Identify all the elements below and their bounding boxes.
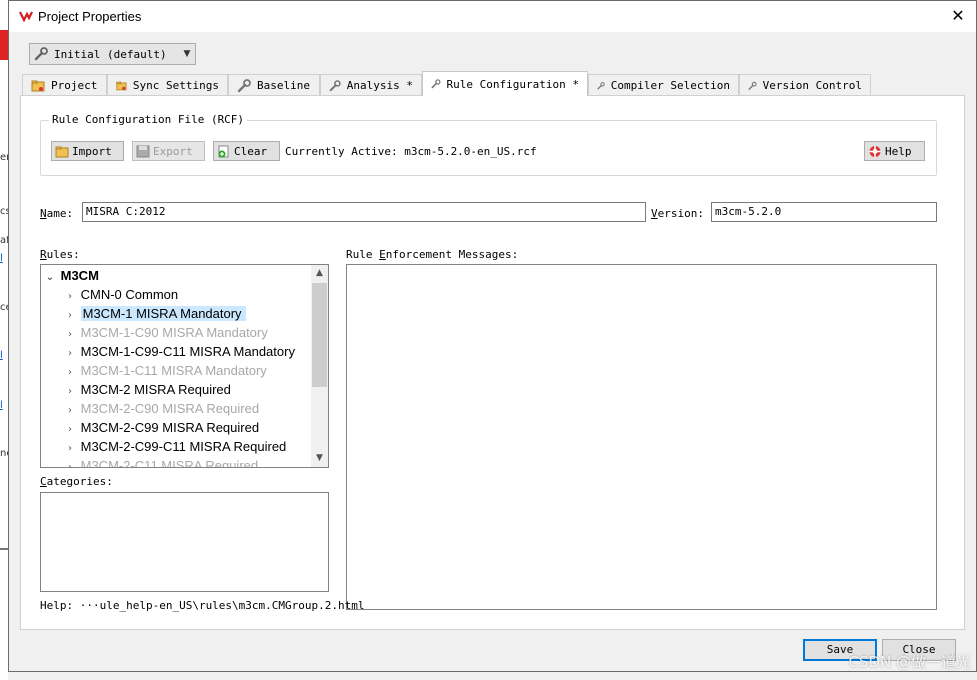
rule-configuration-panel: Rule Configuration File (RCF) Import Exp…	[20, 95, 965, 630]
tree-item-selected[interactable]: › M3CM-1 MISRA Mandatory	[63, 304, 246, 323]
background-fragment: ce	[0, 302, 8, 313]
scroll-thumb[interactable]	[312, 283, 327, 387]
tree-item[interactable]: › M3CM-2-C90 MISRA Required	[63, 399, 259, 418]
enforcement-label: Rule Enforcement Messages:	[346, 248, 519, 261]
background-fragment: cs	[0, 206, 8, 217]
export-button[interactable]: Export	[132, 141, 205, 161]
tab-label: Rule Configuration *	[446, 77, 579, 91]
tab-label: Version Control	[762, 79, 862, 92]
tab-label: Sync Settings	[132, 79, 219, 92]
export-label: Export	[153, 144, 193, 158]
folder-open-icon	[55, 146, 69, 157]
rules-label: Rules:	[40, 248, 80, 261]
tree-item[interactable]: › M3CM-2 MISRA Required	[63, 380, 231, 399]
window-title: Project Properties	[38, 9, 142, 24]
configuration-value: Initial (default)	[54, 47, 167, 61]
app-logo-icon	[19, 11, 33, 22]
background-divider	[0, 548, 8, 550]
version-field[interactable]: m3cm-5.2.0	[711, 202, 937, 222]
tab-strip: Project Sync Settings Baseline Analysis …	[22, 71, 871, 96]
scroll-up-icon[interactable]: ▲	[311, 265, 328, 282]
rules-tree[interactable]: ⌄ M3CM › CMN-0 Common › M3CM-1 MISRA Man…	[40, 264, 329, 468]
tab-analysis[interactable]: Analysis *	[320, 74, 422, 96]
background-app-edge: er cs af l ce l l nc	[0, 0, 8, 680]
background-fragment: af	[0, 235, 8, 246]
wrench-icon	[597, 81, 605, 89]
lifebuoy-icon	[869, 145, 881, 157]
new-file-icon	[218, 145, 229, 157]
close-icon[interactable]: ✕	[948, 6, 968, 26]
tree-item-label: M3CM-1 MISRA Mandatory	[80, 306, 246, 321]
tree-item[interactable]: › M3CM-2-C99 MISRA Required	[63, 418, 259, 437]
enforcement-messages-box[interactable]	[346, 264, 937, 610]
wrench-icon	[329, 79, 341, 91]
rcf-groupbox: Rule Configuration File (RCF) Import Exp…	[40, 113, 937, 176]
background-link: l	[0, 400, 3, 411]
configuration-dropdown[interactable]: Initial (default) ▼	[29, 43, 196, 65]
background-link: l	[0, 350, 3, 361]
tree-item[interactable]: › M3CM-1-C90 MISRA Mandatory	[63, 323, 268, 342]
categories-label: Categories:	[40, 475, 113, 488]
background-fragment: nc	[0, 448, 8, 459]
folder-icon	[31, 80, 45, 91]
chevron-down-icon: ▼	[183, 49, 191, 59]
tree-root[interactable]: ⌄ M3CM	[43, 266, 99, 285]
tree-item-label: M3CM-2-C99 MISRA Required	[80, 420, 260, 435]
tree-item-label: M3CM-2-C90 MISRA Required	[80, 401, 260, 416]
tab-version-control[interactable]: Version Control	[739, 74, 871, 96]
tab-label: Analysis *	[346, 79, 413, 92]
folder-icon	[116, 81, 127, 90]
tab-label: Compiler Selection	[610, 79, 730, 92]
wrench-icon	[431, 79, 441, 89]
clear-button[interactable]: Clear	[213, 141, 280, 161]
tree-item[interactable]: › M3CM-2-C11 MISRA Required	[63, 456, 259, 468]
background-logo	[0, 30, 8, 60]
name-label: Name:	[40, 207, 74, 220]
help-path-text: Help: ···ule_help-en_US\rules\m3cm.CMGro…	[40, 599, 365, 612]
tree-item-label: M3CM-2 MISRA Required	[80, 382, 231, 397]
tab-sync-settings[interactable]: Sync Settings	[107, 74, 228, 96]
import-label: Import	[72, 144, 112, 158]
rules-scrollbar[interactable]: ▲ ▼	[311, 265, 328, 467]
tree-item-label: M3CM-2-C11 MISRA Required	[80, 458, 259, 468]
tab-compiler-selection[interactable]: Compiler Selection	[588, 74, 739, 96]
background-link: l	[0, 253, 3, 264]
tree-item[interactable]: › M3CM-1-C11 MISRA Mandatory	[63, 361, 267, 380]
chevron-right-icon: ›	[68, 462, 72, 468]
tree-item[interactable]: › M3CM-1-C99-C11 MISRA Mandatory	[63, 342, 295, 361]
watermark: CSDN @做一道光	[848, 653, 971, 671]
tree-item[interactable]: › CMN-0 Common	[63, 285, 178, 304]
currently-active-text: Currently Active: m3cm-5.2.0-en_US.rcf	[285, 145, 537, 158]
tab-baseline[interactable]: Baseline	[228, 74, 320, 96]
version-label: Version:	[651, 207, 704, 220]
wrench-icon	[237, 78, 251, 92]
tree-root-label: M3CM	[60, 268, 99, 283]
tree-item-label: M3CM-1-C90 MISRA Mandatory	[80, 325, 268, 340]
scroll-down-icon[interactable]: ▼	[311, 450, 328, 467]
save-disk-icon	[136, 145, 150, 157]
name-field[interactable]: MISRA C:2012	[82, 202, 646, 222]
tab-project[interactable]: Project	[22, 74, 107, 96]
tab-label: Project	[51, 79, 98, 92]
title-bar: Project Properties ✕	[9, 1, 976, 32]
help-button[interactable]: Help	[864, 141, 925, 161]
tree-item[interactable]: › M3CM-2-C99-C11 MISRA Required	[63, 437, 286, 456]
categories-box[interactable]	[40, 492, 329, 592]
tab-rule-configuration[interactable]: Rule Configuration *	[422, 71, 588, 96]
project-properties-dialog: Project Properties ✕ Initial (default) ▼…	[8, 0, 977, 672]
tree-item-label: CMN-0 Common	[80, 287, 179, 302]
rcf-legend: Rule Configuration File (RCF)	[49, 113, 248, 126]
import-button[interactable]: Import	[51, 141, 124, 161]
tab-label: Baseline	[257, 79, 310, 92]
wrench-icon	[748, 81, 757, 90]
tree-item-label: M3CM-2-C99-C11 MISRA Required	[80, 439, 287, 454]
background-fragment: er	[0, 152, 8, 163]
tree-item-label: M3CM-1-C11 MISRA Mandatory	[80, 363, 267, 378]
tree-item-label: M3CM-1-C99-C11 MISRA Mandatory	[80, 344, 295, 359]
help-label: Help	[885, 144, 912, 158]
wrench-icon	[34, 47, 48, 61]
chevron-down-icon: ⌄	[45, 272, 55, 283]
clear-label: Clear	[234, 144, 268, 158]
